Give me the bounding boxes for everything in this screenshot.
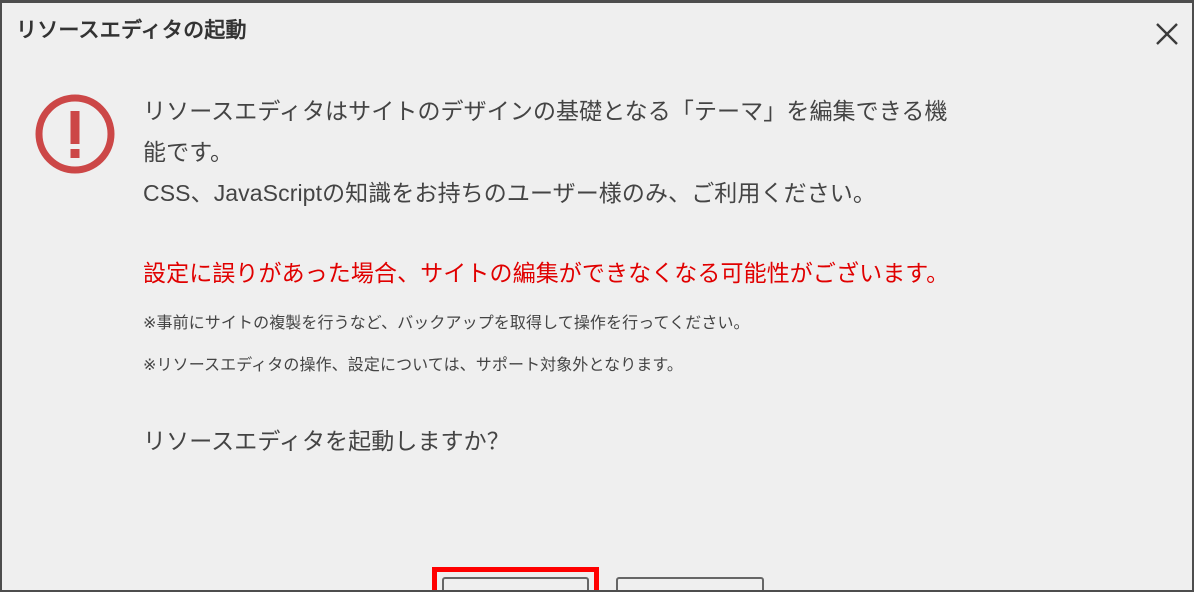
dialog-body: リソースエディタはサイトのデザインの基礎となる「テーマ」を編集できる機 能です。…	[2, 55, 1192, 590]
dialog-header: リソースエディタの起動	[2, 3, 1192, 55]
note-backup: ※事前にサイトの複製を行うなど、バックアップを取得して操作を行ってください。	[143, 315, 750, 332]
dialog-message-content: リソースエディタはサイトのデザインの基礎となる「テーマ」を編集できる機 能です。…	[143, 91, 1153, 457]
lead-line-3: CSS、JavaScriptの知識をお持ちのユーザー様のみ、ご利用ください。	[143, 180, 877, 206]
cancel-no-button[interactable]: いいえ	[616, 577, 764, 590]
lead-line-2: 能です。	[143, 139, 234, 165]
warning-text: 設定に誤りがあった場合、サイトの編集ができなくなる可能性がございます。	[143, 260, 950, 286]
confirmation-question: リソースエディタを起動しますか？	[143, 428, 510, 454]
lead-line-1: リソースエディタはサイトのデザインの基礎となる「テーマ」を編集できる機	[143, 98, 948, 124]
resource-editor-launch-dialog: リソースエディタの起動 リソースエディタはサイトのデザインの基礎となる「テーマ」…	[0, 0, 1194, 592]
dialog-button-row: はい いいえ	[2, 515, 1192, 590]
note-unsupported: ※リソースエディタの操作、設定については、サポート対象外となります。	[143, 357, 684, 374]
close-icon[interactable]	[1150, 17, 1184, 51]
lead-paragraph: リソースエディタはサイトのデザインの基礎となる「テーマ」を編集できる機 能です。…	[143, 91, 1153, 214]
confirm-yes-button[interactable]: はい	[442, 577, 589, 590]
page-title: リソースエディタの起動	[16, 19, 247, 42]
exclamation-circle-icon	[33, 92, 117, 176]
